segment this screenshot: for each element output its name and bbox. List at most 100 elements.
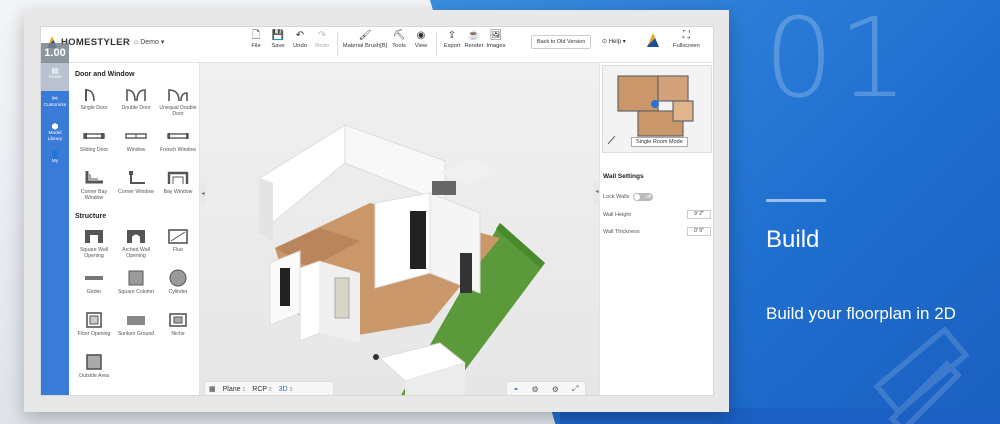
catalog-item-square-wall-opening[interactable]: Square Wall Opening xyxy=(75,227,113,265)
save-icon: 💾 xyxy=(271,30,285,41)
bay-window-icon xyxy=(166,169,190,187)
tab-label: RCP xyxy=(252,385,267,393)
catalog-item-window[interactable]: Window xyxy=(117,127,155,165)
chevron-down-icon: ▾ xyxy=(621,39,626,45)
images-icon: 🖼 xyxy=(489,30,503,41)
app-window-frame: HOMESTYLER ⌂ Demo ▾ 🗋 File 💾 Save ↶ Undo ↷ R… xyxy=(24,10,729,412)
collapse-left-panel-button[interactable]: ◂ xyxy=(200,183,206,205)
homestyler-hat-icon[interactable] xyxy=(647,33,659,47)
catalog-item-square-column[interactable]: Square Column xyxy=(117,269,155,307)
camera-settings-icon[interactable]: ⚙ xyxy=(552,385,559,394)
images-label: Images xyxy=(486,43,506,49)
catalog-panel: Door and Window Single Door Double Door … xyxy=(69,63,200,395)
images-button[interactable]: 🖼 Images xyxy=(485,30,507,56)
door-panel xyxy=(334,277,350,319)
wall-thickness-input[interactable]: 0' 9" xyxy=(687,227,711,236)
file-button[interactable]: 🗋 File xyxy=(245,30,267,56)
catalog-item-outside-area[interactable]: Outside Area xyxy=(75,353,113,391)
tab-shortcut: 1 xyxy=(242,386,246,393)
catalog-item-label: Floor Opening xyxy=(77,331,111,337)
lock-walls-toggle[interactable]: Off xyxy=(633,192,654,201)
catalog-item-label: Sliding Door xyxy=(79,147,109,153)
wall-height-row: Wall Height 9' 2" xyxy=(603,209,711,220)
catalog-item-french-window[interactable]: French Window xyxy=(159,127,197,165)
door-window-heading: Door and Window xyxy=(75,71,135,78)
catalog-item-label: Arched Wall Opening xyxy=(122,247,150,259)
tab-3d[interactable]: 3D 3 xyxy=(279,386,293,393)
catalog-item-label: Outside Area xyxy=(79,373,109,379)
french-window-icon xyxy=(166,127,190,145)
project-selector[interactable]: ⌂ Demo ▾ xyxy=(134,38,164,46)
unequal-double-door-icon xyxy=(166,85,190,103)
redo-button[interactable]: ↷ Redo xyxy=(311,30,333,56)
wall-inner-left xyxy=(299,260,321,342)
catalog-item-corner-window[interactable]: Corner Window xyxy=(117,169,155,207)
save-button[interactable]: 💾 Save xyxy=(267,30,289,56)
collapse-settings-button[interactable]: ◂ xyxy=(594,181,600,203)
view-mode-tabs: ▦ Plane 1 RCP 2 3D 3 xyxy=(204,381,334,395)
wall-height-label: Wall Height xyxy=(603,211,631,218)
catalog-item-sunken-ground[interactable]: Sunken Ground xyxy=(117,311,155,349)
wall-thickness-label: Wall Thickness xyxy=(603,228,640,235)
export-button[interactable]: ⇪ Export xyxy=(441,30,463,56)
structure-grid: Square Wall Opening Arched Wall Opening … xyxy=(75,227,193,391)
sidebar-item-room[interactable]: ▤ Room xyxy=(41,63,69,91)
camera-icon[interactable]: ⚙ xyxy=(531,385,538,394)
doorway-center xyxy=(410,211,426,269)
layers-icon[interactable]: ▦ xyxy=(209,385,216,393)
catalog-item-unequal-double-door[interactable]: Unequal Double Door xyxy=(159,85,197,123)
single-room-mode-button[interactable]: Single Room Mode xyxy=(631,137,688,147)
help-label: Help xyxy=(608,39,622,45)
catalog-item-cylinder[interactable]: Cylinder xyxy=(159,269,197,307)
tab-plane[interactable]: Plane 1 xyxy=(223,386,246,393)
tools-button[interactable]: ⛏ Tools xyxy=(388,30,410,56)
catalog-item-label: Flue xyxy=(172,247,184,253)
catalog-item-bay-window[interactable]: Bay Window xyxy=(159,169,197,207)
catalog-item-label: Girder xyxy=(86,289,102,295)
render-button[interactable]: ☕ Render xyxy=(463,30,485,56)
chevron-down-icon: ▾ xyxy=(158,39,165,46)
view-button[interactable]: ◉ View xyxy=(410,30,432,56)
zoom-badge: 1.00 xyxy=(41,43,69,63)
catalog-item-girder[interactable]: Girder xyxy=(75,269,113,307)
cursor-hand-icon xyxy=(373,354,379,360)
catalog-item-label: Unequal Double Door xyxy=(159,105,197,117)
catalog-item-flue[interactable]: Flue xyxy=(159,227,197,265)
catalog-item-floor-opening[interactable]: Floor Opening xyxy=(75,311,113,349)
material-brush-button[interactable]: 🖌 Material Brush[B] xyxy=(342,30,388,56)
sidebar-item-model-library[interactable]: ⬢ Model Library xyxy=(41,119,69,147)
sliding-door-icon xyxy=(82,127,106,145)
wall-top-room xyxy=(440,158,500,185)
back-to-old-version-button[interactable]: Back to Old Version xyxy=(531,35,592,49)
expand-icon[interactable]: ⤢ xyxy=(572,384,578,394)
wall-height-input[interactable]: 9' 2" xyxy=(687,210,711,219)
sidebar-item-my[interactable]: 👤 My xyxy=(41,147,69,175)
catalog-item-corner-bay-window[interactable]: Corner Bay Window xyxy=(75,169,113,207)
catalog-item-label: Sunken Ground xyxy=(117,331,155,337)
help-menu[interactable]: ⊙ Help ▾ xyxy=(602,38,626,45)
file-icon: 🗋 xyxy=(251,30,261,41)
3d-viewport[interactable]: ◂ ▸ ▦ Plane 1 RCP 2 3D 3 ◓ ⚙ ⚙ ⤢ xyxy=(200,63,599,395)
camera-fov-icon[interactable]: ◓ xyxy=(514,385,519,394)
tab-rcp[interactable]: RCP 2 xyxy=(252,386,271,393)
catalog-item-sliding-door[interactable]: Sliding Door xyxy=(75,127,113,165)
help-icon: ⊙ xyxy=(602,39,609,45)
single-door-icon xyxy=(82,85,106,103)
catalog-item-single-door[interactable]: Single Door xyxy=(75,85,113,123)
catalog-item-double-door[interactable]: Double Door xyxy=(117,85,155,123)
niche-icon xyxy=(166,311,190,329)
sidebar-item-customize[interactable]: ✂ Customize xyxy=(41,91,69,119)
slide-divider xyxy=(766,199,826,202)
catalog-item-niche[interactable]: Niche xyxy=(159,311,197,349)
chevron-left-icon: ◂ xyxy=(595,189,599,195)
catalog-item-arched-wall-opening[interactable]: Arched Wall Opening xyxy=(117,227,155,265)
customize-icon: ✂ xyxy=(51,94,59,103)
undo-button[interactable]: ↶ Undo xyxy=(289,30,311,56)
slide-title: Build xyxy=(766,226,820,253)
wall-thickness-row: Wall Thickness 0' 9" xyxy=(603,226,711,237)
minimap[interactable]: Single Room Mode xyxy=(602,65,712,153)
view-tools-bar: ◓ ⚙ ⚙ ⤢ xyxy=(506,381,586,395)
fullscreen-icon: ⛶ xyxy=(682,30,690,41)
fullscreen-button[interactable]: ⛶ Fullscreen xyxy=(673,30,700,49)
view-label: View xyxy=(414,43,428,49)
